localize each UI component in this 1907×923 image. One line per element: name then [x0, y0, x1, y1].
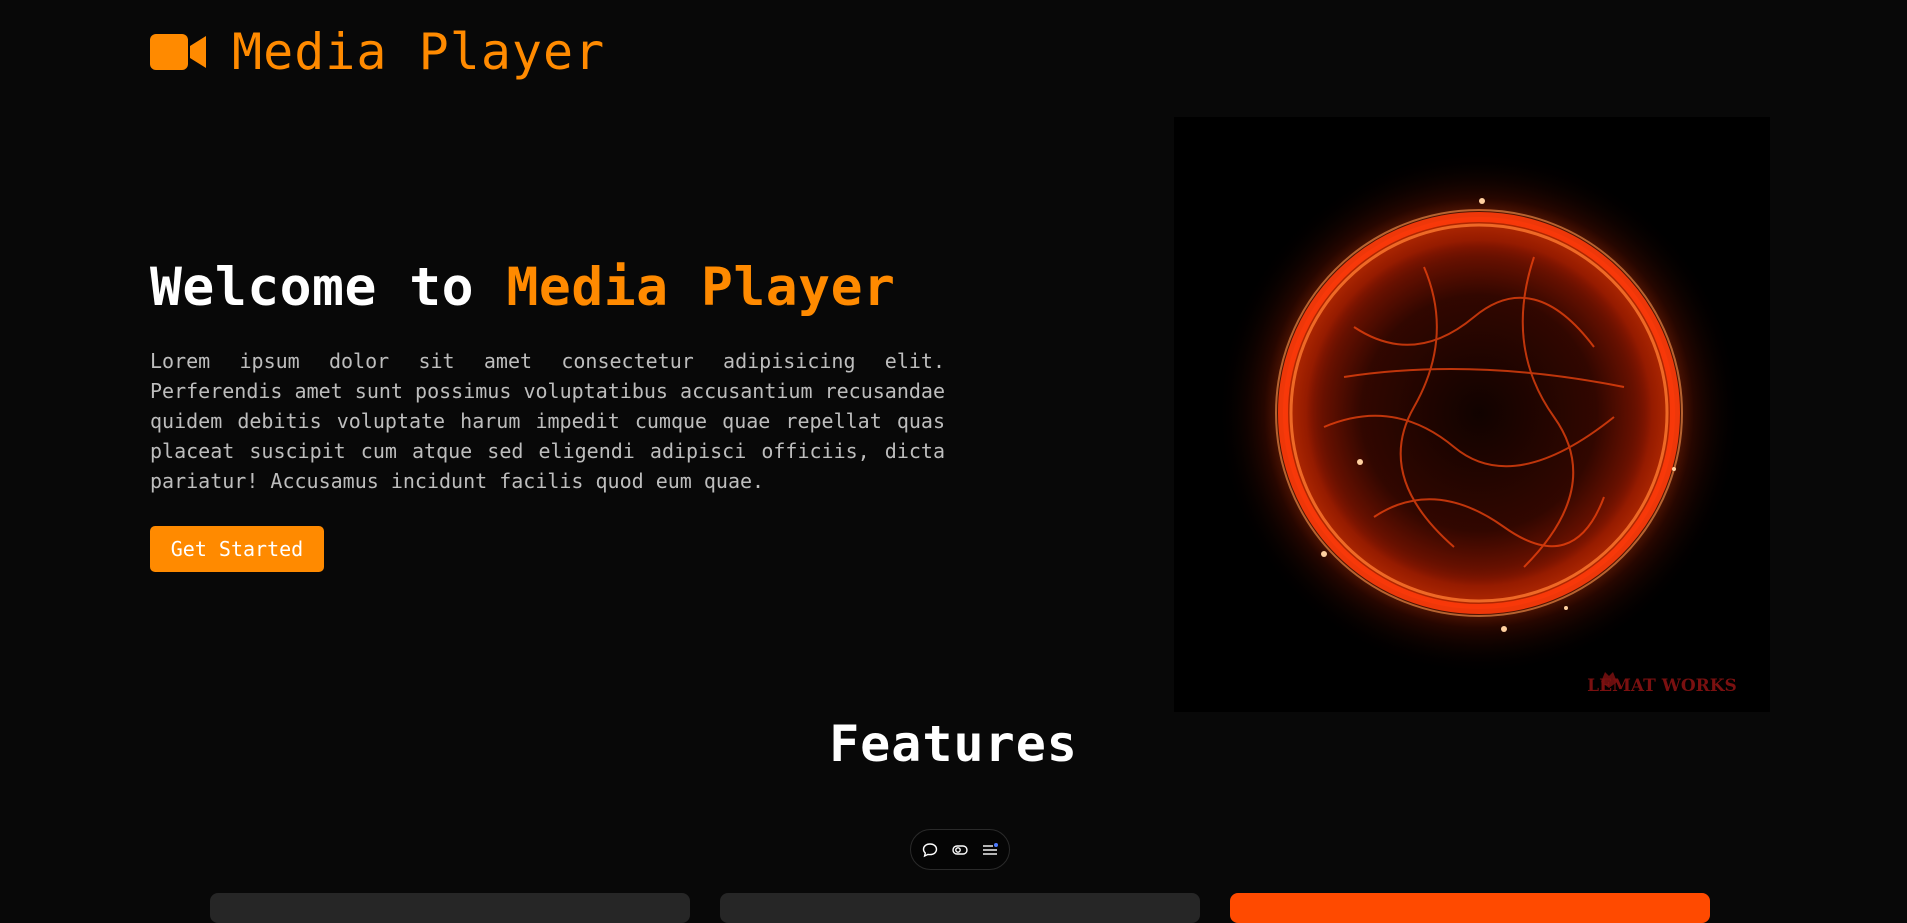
features-title: Features: [829, 715, 1078, 773]
hero-title: Welcome to Media Player: [150, 256, 895, 320]
feature-card[interactable]: [1230, 893, 1710, 923]
video-camera-icon: [150, 34, 206, 70]
logo-text: Media Player: [232, 23, 606, 81]
hero-image: LEMAT WORKS: [1174, 117, 1770, 712]
menu-list-icon[interactable]: [981, 841, 999, 859]
floating-toolbar: [910, 829, 1010, 870]
image-watermark: LEMAT WORKS: [1587, 676, 1737, 696]
logo[interactable]: Media Player: [150, 18, 605, 86]
eye-toggle-icon[interactable]: [951, 841, 969, 859]
feature-card[interactable]: [210, 893, 690, 923]
get-started-button[interactable]: Get Started: [150, 526, 324, 572]
hero-title-accent: Media Player: [506, 257, 896, 318]
hero-description: Lorem ipsum dolor sit amet consectetur a…: [150, 349, 945, 493]
hero-title-prefix: Welcome to: [150, 257, 507, 318]
chat-bubble-icon[interactable]: [921, 841, 939, 859]
feature-card[interactable]: [720, 893, 1200, 923]
